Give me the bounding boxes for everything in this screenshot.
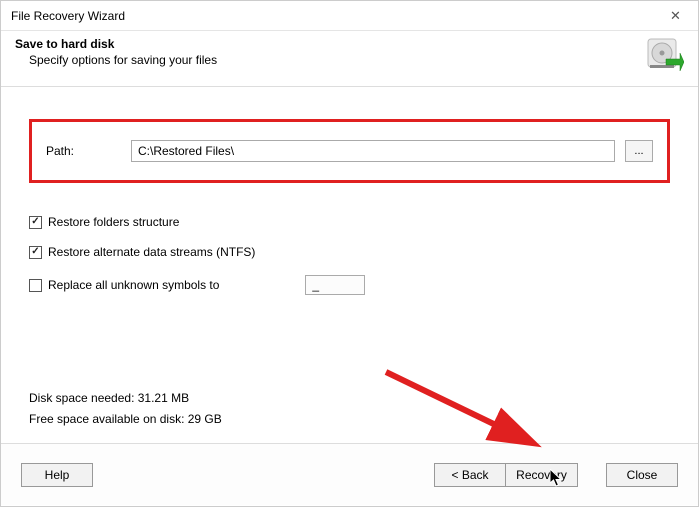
label-restore-ads: Restore alternate data streams (NTFS) [48,245,255,259]
back-button[interactable]: < Back [434,463,506,487]
checkbox-restore-ads[interactable] [29,246,42,259]
path-label: Path: [46,144,121,158]
disk-info: Disk space needed: 31.21 MB Free space a… [29,388,222,429]
option-restore-folders[interactable]: Restore folders structure [29,215,670,229]
wizard-header: Save to hard disk Specify options for sa… [1,31,698,86]
help-button[interactable]: Help [21,463,93,487]
nav-button-group: < Back Recovery [434,463,578,487]
disk-space-free: Free space available on disk: 29 GB [29,409,222,429]
path-input[interactable] [131,140,615,162]
path-highlight-box: Path: ... [29,119,670,183]
page-title: Save to hard disk [15,37,684,51]
wizard-footer: Help < Back Recovery Close [1,443,698,505]
ellipsis-icon: ... [634,145,643,157]
recovery-button[interactable]: Recovery [506,463,578,487]
checkbox-replace-symbols[interactable] [29,279,42,292]
replace-symbol-input[interactable] [305,275,365,295]
window-close-button[interactable]: ✕ [653,1,698,30]
option-replace-symbols[interactable]: Replace all unknown symbols to [29,275,670,295]
close-icon: ✕ [670,8,681,24]
close-button[interactable]: Close [606,463,678,487]
label-restore-folders: Restore folders structure [48,215,179,229]
browse-button[interactable]: ... [625,140,653,162]
label-replace-symbols: Replace all unknown symbols to [48,278,219,292]
page-subtitle: Specify options for saving your files [15,53,684,67]
wizard-content: Path: ... Restore folders structure Rest… [1,86,698,443]
window-title: File Recovery Wizard [11,9,125,23]
disk-space-needed: Disk space needed: 31.21 MB [29,388,222,408]
disk-recovery-icon [644,35,684,78]
checkbox-restore-folders[interactable] [29,216,42,229]
titlebar: File Recovery Wizard ✕ [1,1,698,31]
option-restore-ads[interactable]: Restore alternate data streams (NTFS) [29,245,670,259]
